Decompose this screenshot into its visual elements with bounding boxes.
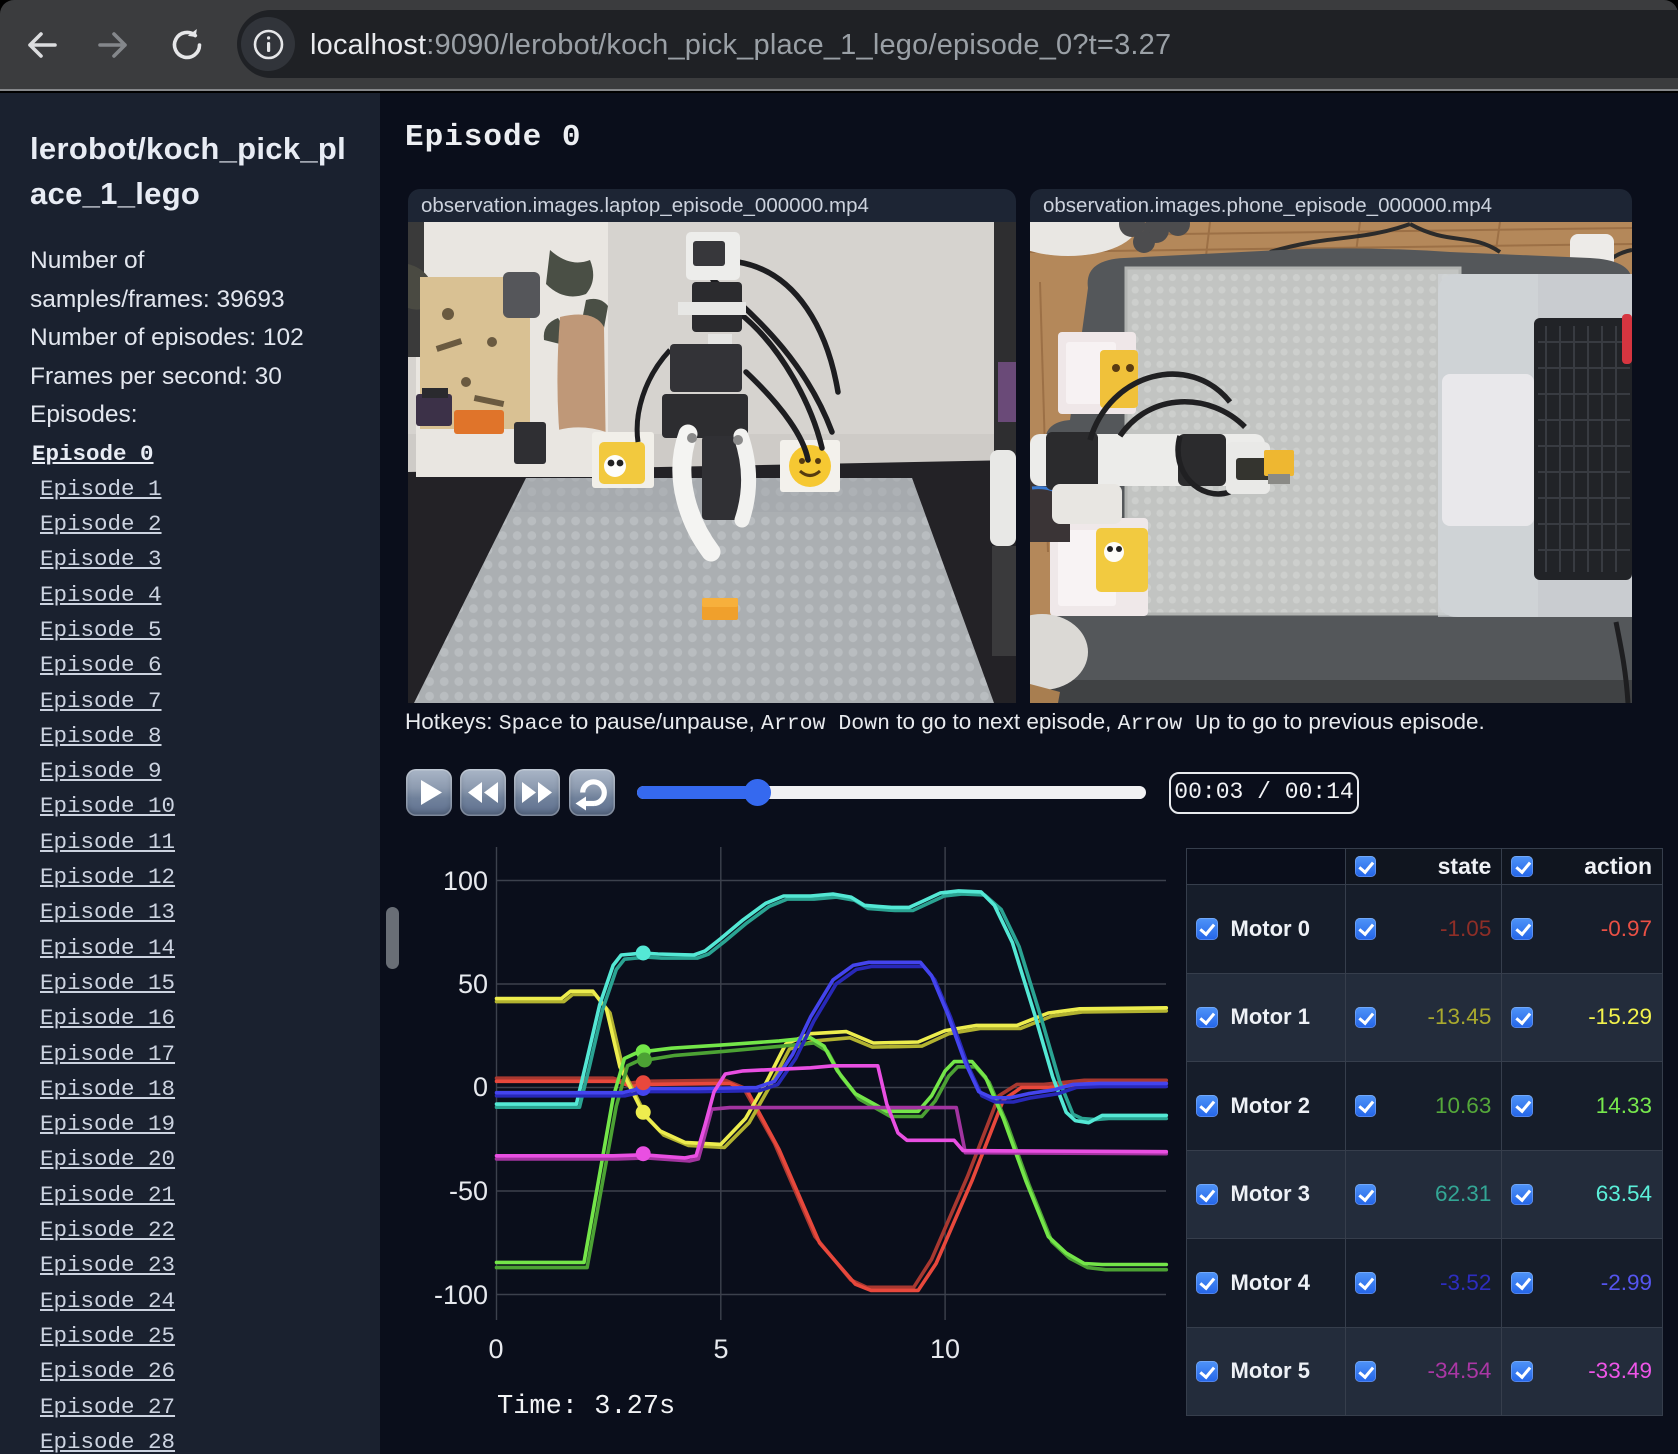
svg-text:-50: -50 bbox=[449, 1176, 488, 1206]
svg-text:50: 50 bbox=[458, 969, 488, 999]
svg-text:5: 5 bbox=[713, 1334, 728, 1364]
svg-text:Time: 3.27s: Time: 3.27s bbox=[497, 1392, 675, 1422]
svg-text:10: 10 bbox=[930, 1334, 960, 1364]
svg-text:-100: -100 bbox=[434, 1280, 488, 1310]
svg-text:0: 0 bbox=[488, 1334, 503, 1364]
svg-text:0: 0 bbox=[473, 1072, 488, 1102]
svg-text:100: 100 bbox=[443, 866, 488, 896]
